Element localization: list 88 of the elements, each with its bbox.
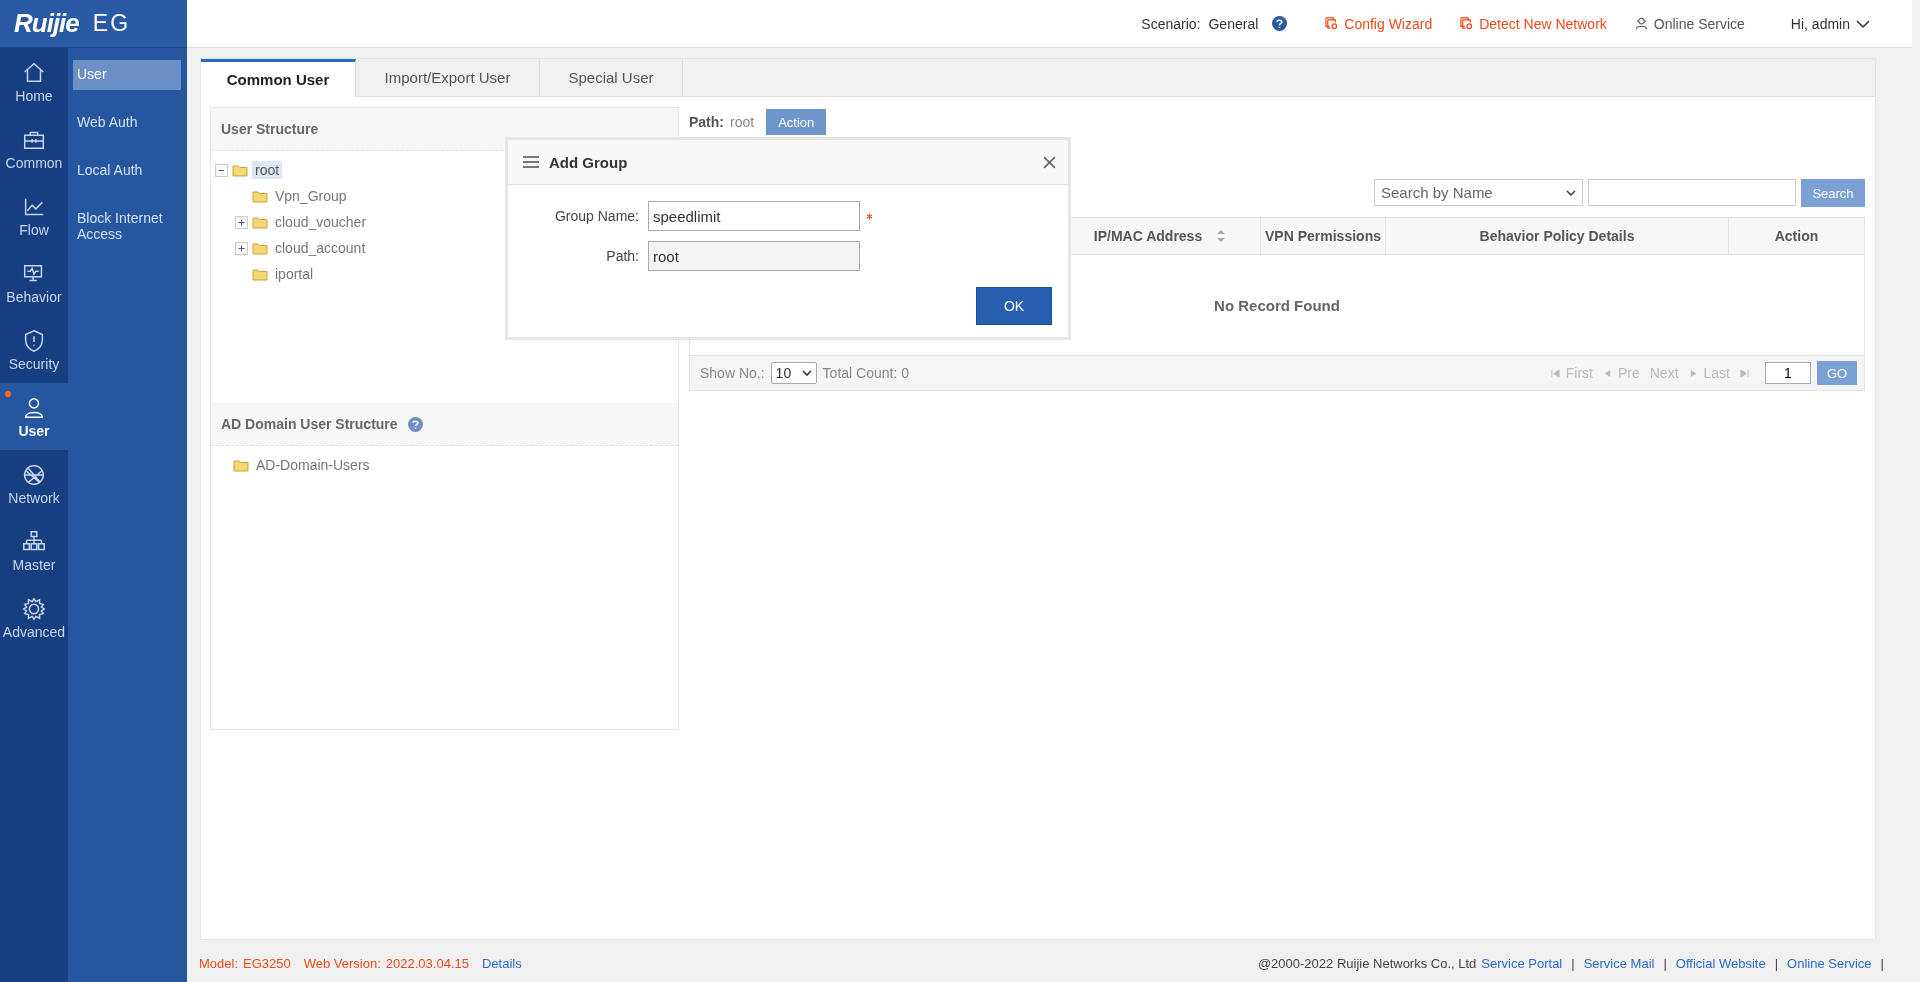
- text-field[interactable]: speedlimit: [648, 201, 860, 231]
- tree-item[interactable]: Vpn_Group: [272, 187, 350, 205]
- path-value: root: [730, 114, 755, 130]
- footer-link[interactable]: Service Portal: [1481, 955, 1563, 971]
- submenu-item[interactable]: Local Auth: [73, 156, 181, 186]
- submenu-item[interactable]: Block Internet Access: [73, 204, 181, 248]
- column-header[interactable]: Action: [1729, 218, 1864, 254]
- folder-icon: [252, 189, 268, 203]
- nav-item[interactable]: Flow: [0, 182, 68, 249]
- expand-icon[interactable]: [235, 215, 248, 229]
- submenu-item[interactable]: Web Auth: [73, 108, 181, 138]
- nav-item[interactable]: Behavior: [0, 249, 68, 316]
- nav-item[interactable]: Advanced: [0, 584, 68, 651]
- column-header[interactable]: VPN Permissions: [1261, 218, 1386, 254]
- product-name: EG: [92, 10, 131, 37]
- tree-item[interactable]: iportal: [272, 265, 317, 283]
- nav-item[interactable]: Network: [0, 450, 68, 517]
- path-label: Path:: [689, 114, 724, 130]
- settings-icon: [21, 595, 47, 622]
- tab[interactable]: Common User: [201, 59, 356, 97]
- tree-item[interactable]: cloud_account: [272, 239, 369, 257]
- folder-icon: [233, 458, 249, 472]
- tree-item[interactable]: AD-Domain-Users: [253, 456, 373, 474]
- chevron-down-icon: [1566, 189, 1576, 196]
- footer-link[interactable]: Online Service: [1787, 955, 1872, 971]
- separator-text: |: [1571, 955, 1575, 971]
- total-count: Total Count: 0: [822, 365, 909, 381]
- expand-icon[interactable]: [235, 241, 248, 255]
- nav-item[interactable]: User: [0, 383, 68, 450]
- page-number-field[interactable]: 1: [1765, 362, 1811, 384]
- collapse-icon[interactable]: [215, 163, 228, 177]
- tree-item[interactable]: cloud_voucher: [272, 213, 370, 231]
- column-header[interactable]: Behavior Policy Details: [1386, 218, 1729, 254]
- sort-icon: [1216, 229, 1227, 243]
- separator-text: |: [1663, 955, 1667, 971]
- copyright-text: @2000-2022 Ruijie Networks Co., Ltd: [1257, 955, 1477, 971]
- scenario-value: General: [1208, 15, 1259, 32]
- brand-logo: Ruijie: [14, 8, 79, 39]
- tree-item[interactable]: root: [252, 161, 283, 179]
- folder-icon: [232, 163, 248, 177]
- field-label: Path:: [605, 248, 640, 264]
- previous-icon: [1602, 368, 1612, 378]
- tab[interactable]: Special User: [540, 59, 683, 96]
- model-label: Model:: [199, 955, 239, 971]
- folder-icon: [252, 215, 268, 229]
- ok-button[interactable]: OK: [976, 287, 1052, 325]
- scenario-label: Scenario:: [1141, 15, 1201, 32]
- header-link[interactable]: Config Wizard: [1344, 15, 1433, 32]
- text-field[interactable]: root: [648, 241, 860, 271]
- version-value: 2022.03.04.15: [385, 955, 469, 971]
- chevron-down-icon: [801, 370, 812, 376]
- header-link[interactable]: Detect New Network: [1479, 15, 1607, 32]
- user-menu[interactable]: Hi, admin: [1790, 15, 1850, 32]
- tab[interactable]: Import/Export User: [356, 59, 540, 96]
- nav-item[interactable]: Home: [0, 48, 68, 115]
- separator-text: |: [1880, 955, 1884, 971]
- submenu-item[interactable]: User: [73, 60, 181, 90]
- nav-item[interactable]: Security: [0, 316, 68, 383]
- field-label: Group Name:: [553, 208, 640, 224]
- nav-item[interactable]: Common: [0, 115, 68, 182]
- dialog-title: Add Group: [549, 153, 628, 171]
- footer-link[interactable]: Service Mail: [1583, 955, 1655, 971]
- separator-text: |: [1774, 955, 1779, 971]
- model-value: EG3250: [243, 955, 291, 971]
- empty-message: No Record Found: [1214, 296, 1340, 314]
- version-label: Web Version:: [303, 955, 381, 971]
- close-icon[interactable]: [1043, 155, 1056, 169]
- page-size-label: Show No.:: [700, 365, 765, 381]
- help-icon[interactable]: [407, 416, 423, 432]
- section-title: AD Domain User Structure: [221, 416, 398, 432]
- required-asterisk-icon: [866, 212, 873, 220]
- person-icon: [1634, 17, 1648, 30]
- menu-icon: [523, 156, 539, 168]
- help-icon[interactable]: [1272, 16, 1288, 31]
- footer-link[interactable]: Official Website: [1675, 955, 1766, 971]
- first-page-icon: [1550, 368, 1560, 378]
- search-type-select[interactable]: Search by Name: [1374, 179, 1583, 206]
- last-page-icon: [1740, 368, 1749, 378]
- section-title: User Structure: [221, 121, 319, 137]
- header-link[interactable]: Online Service: [1653, 15, 1745, 32]
- chevron-down-icon: [1856, 18, 1870, 29]
- details-link[interactable]: Details: [481, 955, 522, 971]
- nav-item[interactable]: Master: [0, 517, 68, 584]
- search-field[interactable]: [1588, 179, 1796, 206]
- folder-icon: [252, 267, 268, 281]
- folder-icon: [252, 241, 268, 255]
- page-size-select[interactable]: 10: [770, 362, 817, 384]
- next-icon: [1688, 368, 1698, 378]
